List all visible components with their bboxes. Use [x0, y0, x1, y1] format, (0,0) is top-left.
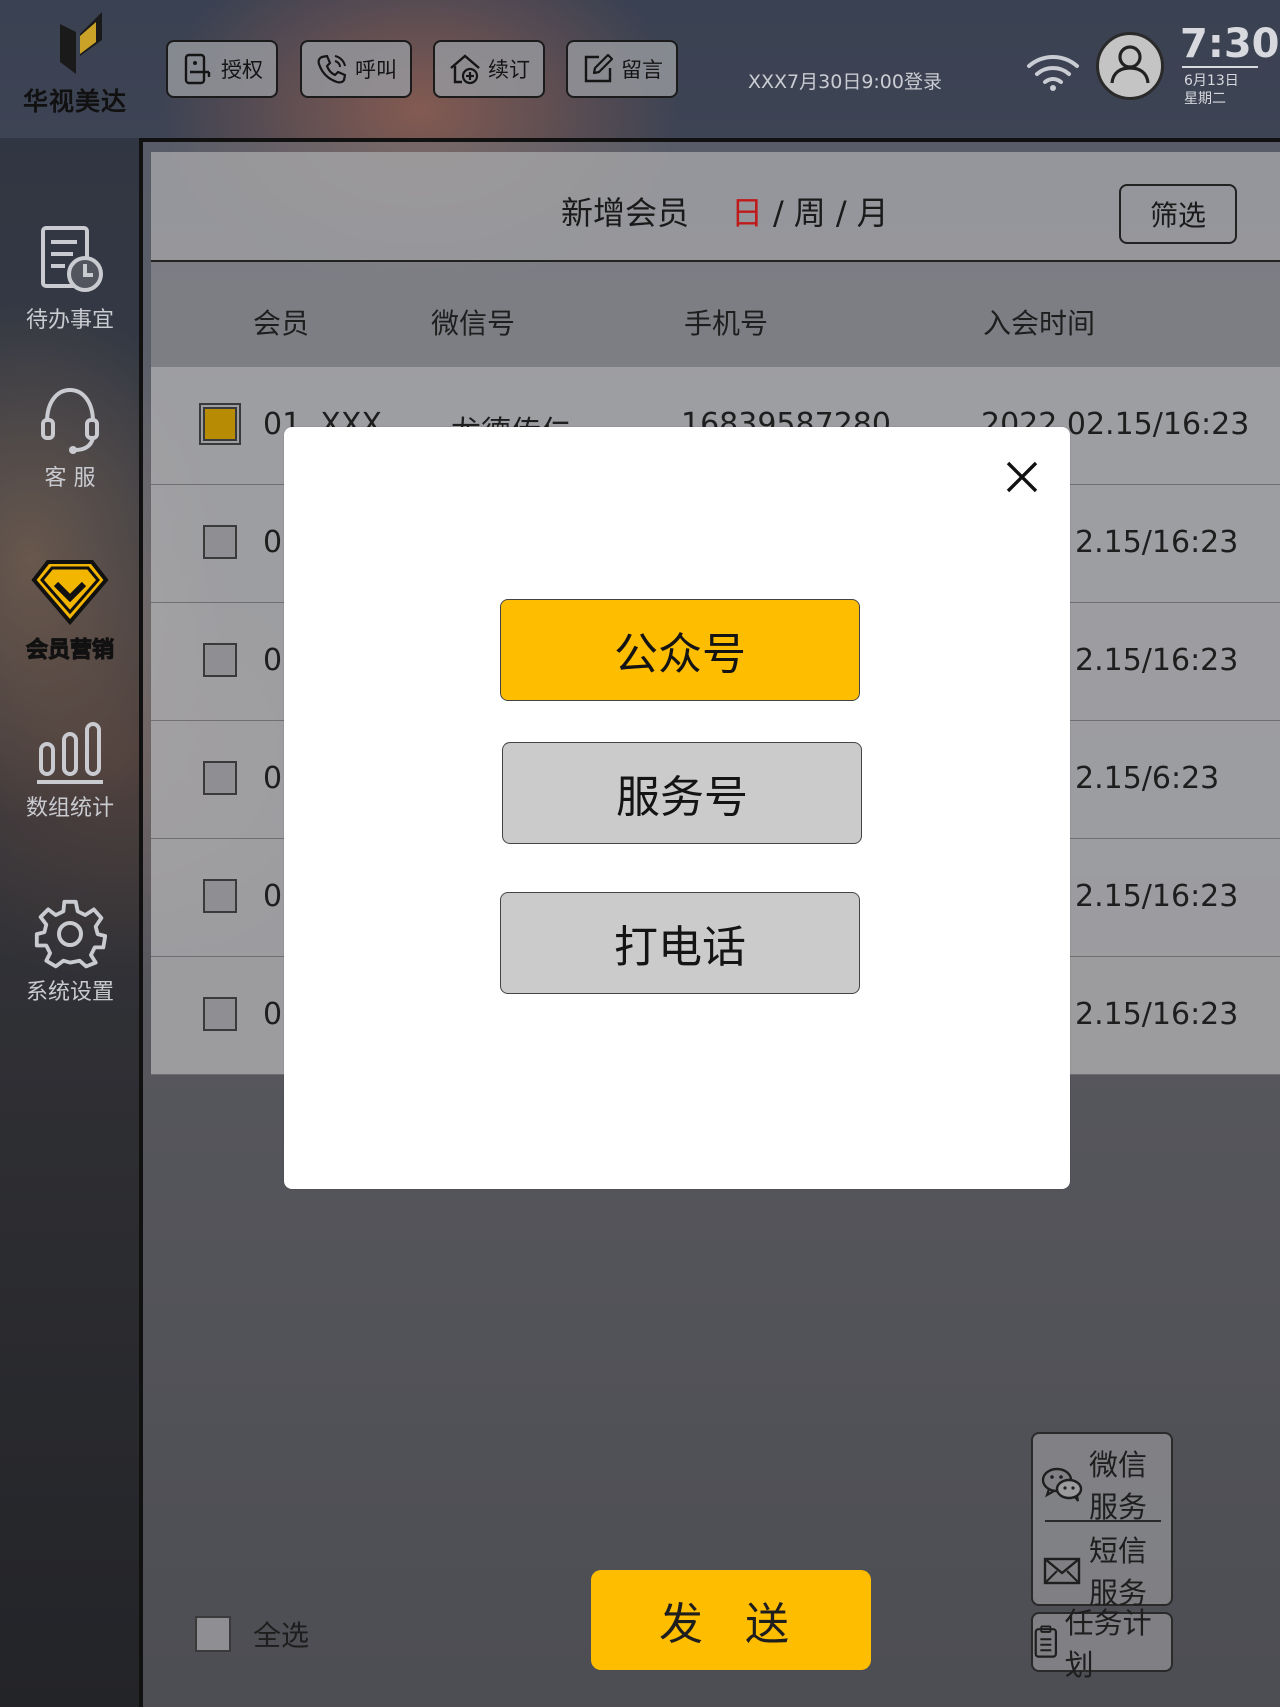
row-checkbox[interactable]	[203, 879, 237, 913]
member-number: 0	[263, 525, 283, 560]
sidebar-item-label: 数组统计	[25, 796, 114, 821]
channel-select-dialog: 公众号 服务号 打电话	[284, 427, 1070, 1189]
member-number: 0	[263, 761, 283, 796]
phone-icon	[317, 54, 347, 84]
row-checkbox[interactable]	[203, 997, 237, 1031]
period-switch: 日 / 周 / 月	[731, 188, 889, 234]
sidebar-item-label: 会员营销	[25, 638, 114, 664]
call-button[interactable]: 呼叫	[300, 40, 412, 98]
task-clock-icon	[41, 226, 103, 292]
call-label: 呼叫	[355, 58, 397, 82]
house-plus-icon	[450, 54, 480, 85]
user-icon	[1110, 45, 1150, 84]
edit-icon	[584, 53, 614, 83]
period-day[interactable]: 日	[731, 194, 763, 232]
period-separator: /	[773, 194, 784, 232]
message-button[interactable]: 留言	[566, 40, 678, 98]
sidebar-item-marketing[interactable]: 会员营销	[0, 558, 140, 664]
member-number: 0	[263, 643, 283, 678]
clock: 7:30 6月13日 星期二	[1180, 21, 1280, 108]
renew-label: 续订	[488, 58, 530, 82]
sidebar-item-label: 待办事宜	[25, 308, 114, 333]
door-lock-icon	[184, 53, 211, 85]
task-plan-button[interactable]: 任务计划	[1031, 1606, 1173, 1682]
column-phone: 手机号	[684, 307, 769, 340]
official-account-button[interactable]: 公众号	[500, 599, 860, 701]
sms-service-button[interactable]: 短信服务	[1041, 1534, 1167, 1610]
sidebar-item-settings[interactable]: 系统设置	[0, 898, 140, 1006]
panel-title: 新增会员	[561, 194, 690, 232]
row-checkbox[interactable]	[203, 525, 237, 559]
user-avatar[interactable]	[1096, 32, 1164, 100]
period-week[interactable]: 周	[794, 194, 826, 232]
period-month[interactable]: 月	[857, 194, 889, 232]
service-account-button[interactable]: 服务号	[502, 742, 862, 844]
filter-button[interactable]: 筛选	[1119, 184, 1237, 244]
join-time: 2.15/16:23	[1075, 525, 1239, 560]
sidebar-item-todo[interactable]: 待办事宜	[0, 226, 140, 334]
member-number: 0	[263, 997, 283, 1032]
diamond-icon	[31, 560, 109, 626]
wechat-service-label: 微信服务	[1089, 1448, 1148, 1524]
join-time: 2.15/6:23	[1075, 761, 1220, 796]
mail-icon	[1043, 1557, 1081, 1585]
join-time: 2.15/16:23	[1075, 643, 1239, 678]
service-menu: 微信服务 短信服务	[1031, 1432, 1173, 1610]
row-checkbox[interactable]	[203, 643, 237, 677]
bar-chart-icon	[37, 722, 103, 784]
gear-icon	[34, 899, 107, 969]
task-plan-label: 任务计划	[1064, 1606, 1152, 1682]
close-icon[interactable]	[1002, 457, 1042, 497]
period-separator: /	[835, 194, 847, 232]
column-wechat: 微信号	[431, 307, 516, 340]
row-checkbox[interactable]	[203, 761, 237, 795]
clock-time: 7:30	[1180, 21, 1280, 67]
brand-mark-icon	[60, 12, 102, 74]
select-all[interactable]: 全选	[195, 1614, 309, 1654]
column-member: 会员	[253, 307, 310, 340]
renew-button[interactable]: 续订	[433, 40, 545, 98]
authorize-label: 授权	[221, 58, 263, 82]
wifi-icon	[1027, 55, 1079, 91]
sidebar-item-label: 客 服	[44, 466, 96, 491]
phone-call-button[interactable]: 打电话	[500, 892, 860, 994]
member-number: 0	[263, 879, 283, 914]
service-divider	[1045, 1520, 1161, 1522]
sidebar-item-label: 系统设置	[25, 980, 114, 1005]
brand-logo: 华视美达	[14, 12, 136, 117]
brand-name: 华视美达	[22, 87, 127, 116]
column-join-time: 入会时间	[983, 307, 1096, 340]
table-header: 会员 微信号 手机号 入会时间	[151, 262, 1280, 367]
select-all-checkbox[interactable]	[195, 1616, 231, 1652]
sidebar-item-service[interactable]: 客 服	[0, 384, 140, 492]
login-status: XXX7月30日9:00登录	[748, 71, 942, 93]
wechat-icon	[1041, 1467, 1083, 1502]
row-checkbox[interactable]	[199, 403, 241, 445]
select-all-label: 全选	[253, 1619, 310, 1652]
sidebar-item-stats[interactable]: 数组统计	[0, 720, 140, 822]
clock-date: 6月13日	[1184, 73, 1239, 89]
clipboard-icon	[1034, 1625, 1058, 1658]
send-button[interactable]: 发 送	[591, 1570, 871, 1670]
headset-icon	[41, 387, 99, 454]
join-time: 2.15/16:23	[1075, 879, 1239, 914]
authorize-button[interactable]: 授权	[166, 40, 278, 98]
panel-header: 新增会员 日 / 周 / 月 筛选	[151, 152, 1280, 262]
join-time: 2.15/16:23	[1075, 997, 1239, 1032]
wechat-service-button[interactable]: 微信服务	[1041, 1448, 1167, 1524]
message-label: 留言	[621, 58, 663, 82]
clock-weekday: 星期二	[1184, 91, 1226, 107]
